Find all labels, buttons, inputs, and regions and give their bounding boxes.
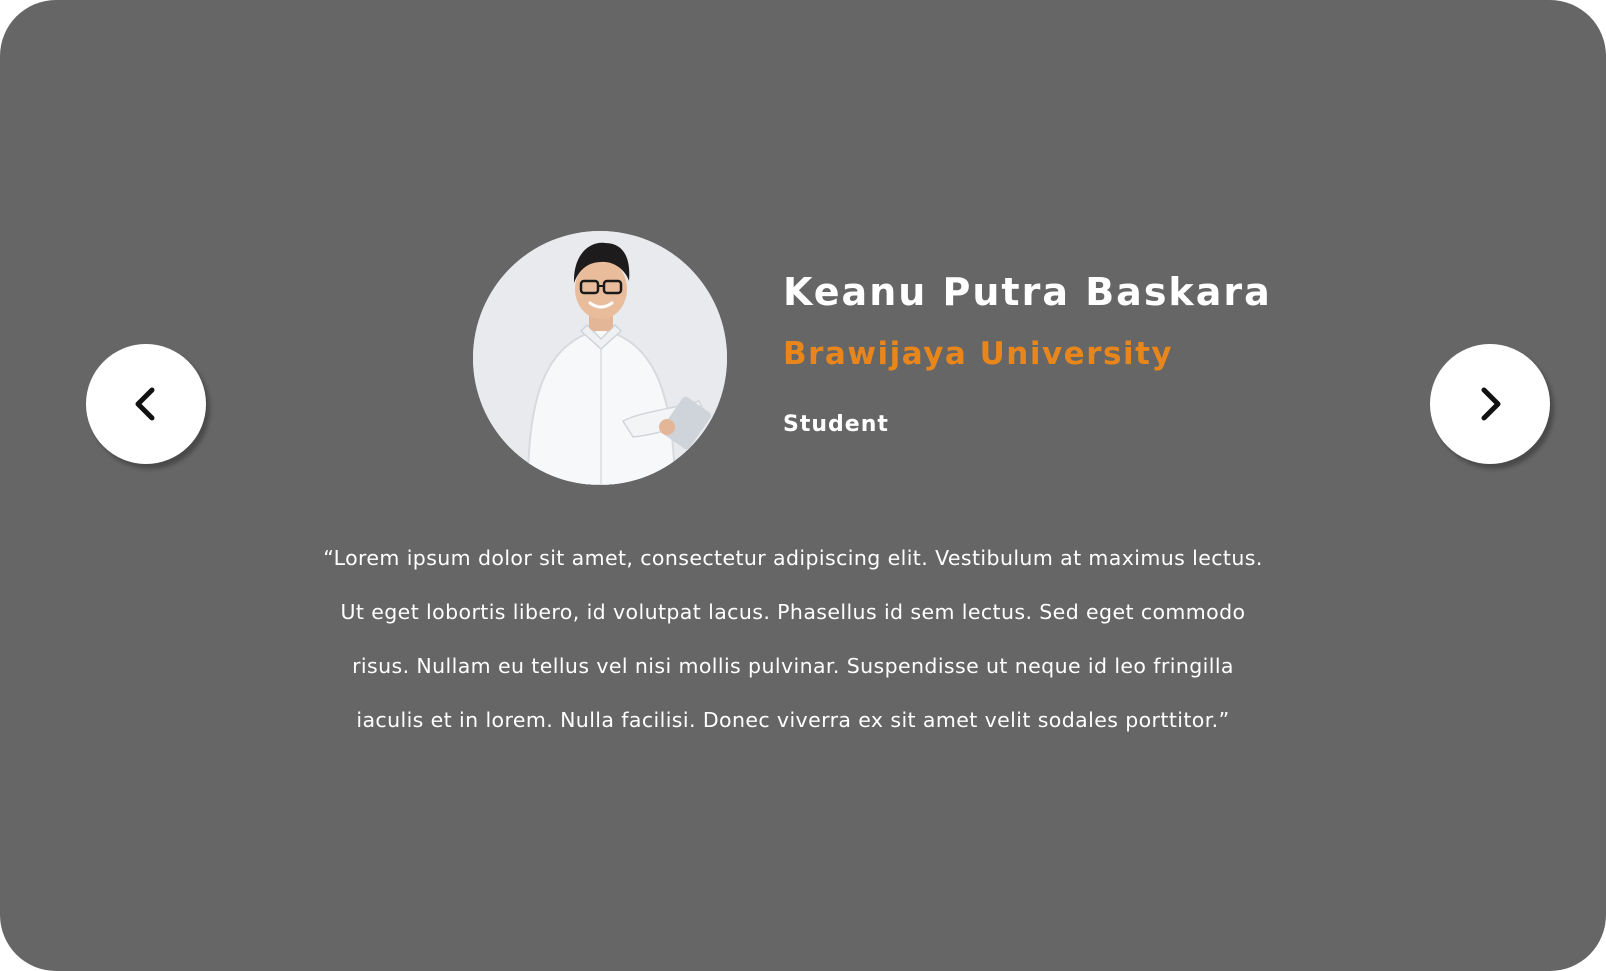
profile-photo (473, 231, 727, 485)
avatar (473, 231, 727, 485)
person-name: Keanu Putra Baskara (783, 270, 1272, 314)
chevron-right-icon (1481, 387, 1501, 421)
testimonial-card: Keanu Putra Baskara Brawijaya University… (0, 0, 1606, 971)
previous-button[interactable] (86, 344, 206, 464)
person-university: Brawijaya University (783, 336, 1174, 372)
chevron-left-icon (135, 387, 155, 421)
testimonial-quote: “Lorem ipsum dolor sit amet, consectetur… (323, 546, 1263, 732)
next-button[interactable] (1430, 344, 1550, 464)
person-role: Student (783, 412, 889, 437)
